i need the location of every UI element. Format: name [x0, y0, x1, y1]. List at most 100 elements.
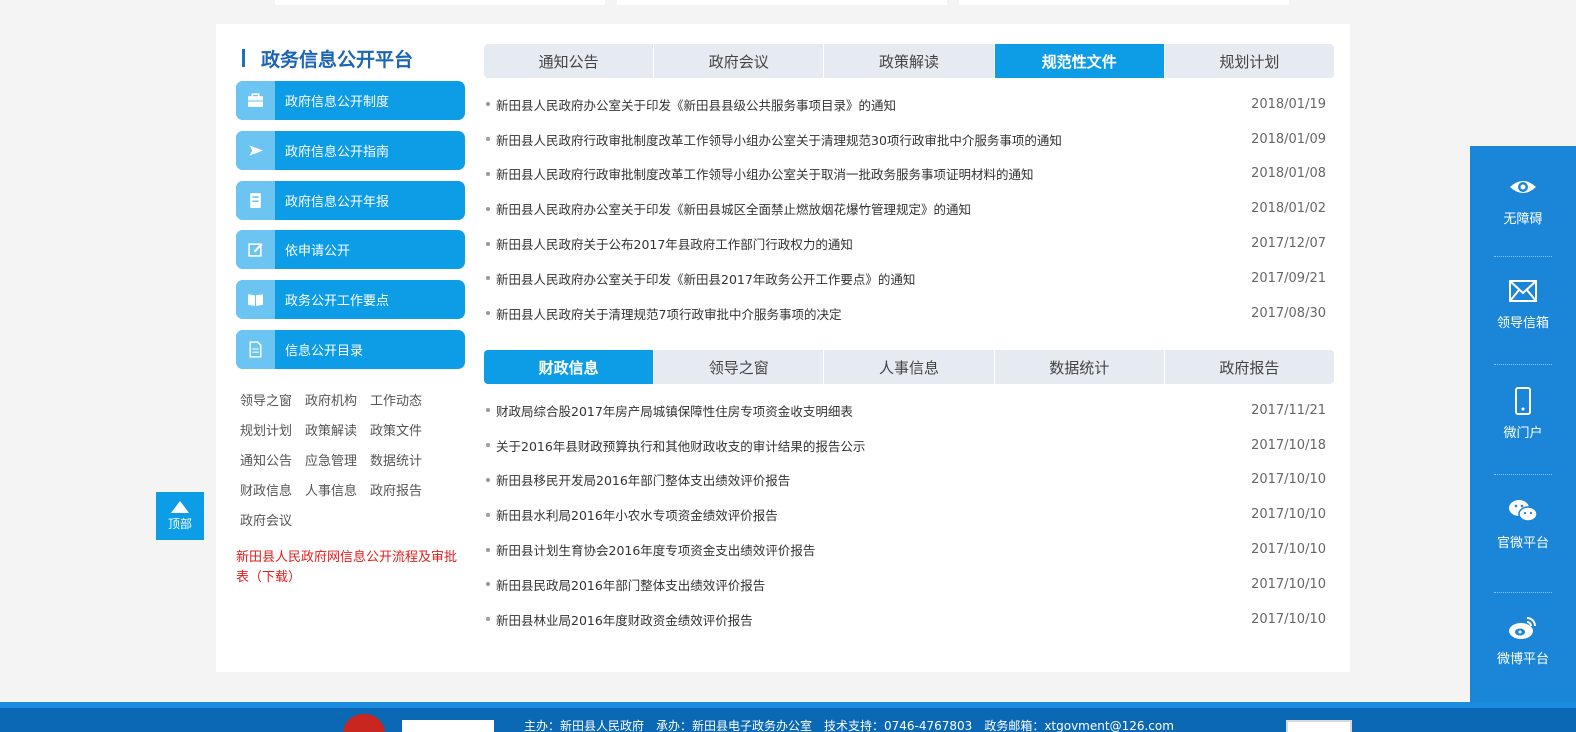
category-link[interactable]: 工作动态 [370, 390, 422, 409]
tab-policy-interpretation[interactable]: 政策解读 [824, 44, 995, 78]
tab-gov-reports[interactable]: 政府报告 [1165, 350, 1334, 384]
arrow-up-icon [171, 500, 189, 513]
tab-personnel-info[interactable]: 人事信息 [824, 350, 995, 384]
tab-bar-notices: 通知公告 政府会议 政策解读 规范性文件 规划计划 [484, 44, 1334, 78]
list-item[interactable]: 新田县人民政府办公室关于印发《新田县县级公共服务事项目录》的通知 2018/01/… [484, 87, 1326, 122]
sidebar-leader-mailbox[interactable]: 领导信箱 [1470, 276, 1576, 331]
item-title: 财政局综合股2017年房产局城镇保障性住房专项资金收支明细表 [484, 401, 853, 420]
finance-list: 财政局综合股2017年房产局城镇保障性住房专项资金收支明细表 2017/11/21… [484, 393, 1326, 637]
list-item[interactable]: 新田县人民政府关于清理规范7项行政审批中介服务事项的决定 2017/08/30 [484, 296, 1326, 331]
top-strip [617, 0, 947, 5]
sidebar-weibo[interactable]: 微博平台 [1470, 612, 1576, 667]
item-title: 新田县水利局2016年小农水专项资金绩效评价报告 [484, 505, 778, 524]
item-title: 新田县计划生育协会2016年度专项资金支出绩效评价报告 [484, 540, 815, 559]
category-link[interactable]: 政府会议 [240, 510, 292, 529]
list-item[interactable]: 新田县移民开发局2016年部门整体支出绩效评价报告 2017/10/10 [484, 463, 1326, 498]
report-book-icon [236, 181, 275, 220]
list-item[interactable]: 新田县计划生育协会2016年度专项资金支出绩效评价报告 2017/10/10 [484, 532, 1326, 567]
menu-label: 政务公开工作要点 [285, 294, 390, 309]
tab-gov-meetings[interactable]: 政府会议 [654, 44, 825, 78]
platform-title: 政务信息公开平台 [242, 44, 413, 72]
sidebar-label: 官微平台 [1496, 536, 1549, 551]
sidebar-micro-portal[interactable]: 微门户 [1470, 386, 1576, 441]
menu-label: 政府信息公开年报 [285, 195, 390, 210]
category-link[interactable]: 政策文件 [370, 420, 422, 439]
category-link[interactable]: 财政信息 [240, 480, 292, 499]
right-sidebar: 无障碍 领导信箱 微门户 官微平台 微博平台 [1470, 146, 1576, 702]
tab-data-statistics[interactable]: 数据统计 [995, 350, 1165, 384]
open-book-icon [236, 280, 275, 319]
footer: 主办：新田县人民政府 承办：新田县电子政务办公室 技术支持：0746-47678… [0, 702, 1576, 732]
category-links: 领导之窗 政府机构 工作动态 规划计划 政策解读 政策文件 通知公告 应急管理 … [240, 384, 470, 534]
platform-title-text: 政务信息公开平台 [261, 48, 414, 71]
item-title: 新田县人民政府办公室关于印发《新田县城区全面禁止燃放烟花爆竹管理规定》的通知 [484, 199, 971, 218]
eye-icon [1510, 181, 1536, 193]
menu-info-catalog[interactable]: 信息公开目录 [236, 330, 465, 369]
sidebar-accessibility[interactable]: 无障碍 [1470, 172, 1576, 227]
list-item[interactable]: 新田县林业局2016年度财政资金绩效评价报告 2017/10/10 [484, 602, 1326, 637]
category-link[interactable]: 政府报告 [370, 480, 422, 499]
item-date: 2018/01/09 [1251, 131, 1326, 147]
menu-info-disclosure-guide[interactable]: 政府信息公开指南 [236, 131, 465, 170]
sidebar-divider [1494, 256, 1552, 257]
tab-normative-documents[interactable]: 规范性文件 [994, 44, 1165, 78]
tab-bar-finance: 财政信息 领导之窗 人事信息 数据统计 政府报告 [484, 350, 1334, 384]
item-title: 新田县民政局2016年部门整体支出绩效评价报告 [484, 575, 765, 594]
top-strip [275, 0, 605, 5]
tab-finance-info[interactable]: 财政信息 [484, 350, 655, 384]
item-title: 新田县林业局2016年度财政资金绩效评价报告 [484, 610, 753, 629]
sidebar-wechat[interactable]: 官微平台 [1470, 496, 1576, 551]
item-title: 新田县人民政府行政审批制度改革工作领导小组办公室关于取消一批政务服务事项证明材料… [484, 164, 1034, 183]
item-date: 2017/10/10 [1251, 472, 1326, 488]
list-item[interactable]: 财政局综合股2017年房产局城镇保障性住房专项资金收支明细表 2017/11/21 [484, 393, 1326, 428]
tab-planning[interactable]: 规划计划 [1165, 44, 1334, 78]
back-to-top-button[interactable]: 顶部 [156, 492, 204, 540]
category-link[interactable]: 数据统计 [370, 450, 422, 469]
list-item[interactable]: 新田县人民政府关于公布2017年县政府工作部门行政权力的通知 2017/12/07 [484, 226, 1326, 261]
item-date: 2017/10/10 [1251, 542, 1326, 558]
menu-work-points[interactable]: 政务公开工作要点 [236, 280, 465, 319]
site-badge[interactable] [1286, 720, 1352, 732]
item-date: 2017/08/30 [1251, 305, 1326, 321]
menu-label: 依申请公开 [285, 244, 351, 259]
category-link[interactable]: 规划计划 [240, 420, 292, 439]
menu-label: 信息公开目录 [285, 344, 364, 359]
item-title: 新田县人民政府关于公布2017年县政府工作部门行政权力的通知 [484, 234, 853, 253]
item-date: 2018/01/02 [1251, 201, 1326, 217]
mail-icon [1509, 280, 1537, 302]
item-title: 新田县人民政府关于清理规范7项行政审批中介服务事项的决定 [484, 304, 841, 323]
menu-info-annual-report[interactable]: 政府信息公开年报 [236, 181, 465, 220]
item-date: 2017/12/07 [1251, 236, 1326, 252]
download-process-link[interactable]: 新田县人民政府网信息公开流程及审批表（下载） [236, 548, 468, 588]
category-link[interactable]: 政策解读 [305, 420, 357, 439]
list-item[interactable]: 新田县民政局2016年部门整体支出绩效评价报告 2017/10/10 [484, 567, 1326, 602]
list-item[interactable]: 关于2016年县财政预算执行和其他财政收支的审计结果的报告公示 2017/10/1… [484, 428, 1326, 463]
tab-leaders-window[interactable]: 领导之窗 [654, 350, 825, 384]
category-link[interactable]: 应急管理 [305, 450, 357, 469]
category-link[interactable]: 领导之窗 [240, 390, 292, 409]
footer-info: 主办：新田县人民政府 承办：新田县电子政务办公室 技术支持：0746-47678… [524, 719, 1174, 732]
document-icon [236, 330, 275, 369]
list-item[interactable]: 新田县人民政府办公室关于印发《新田县城区全面禁止燃放烟花爆竹管理规定》的通知 20… [484, 191, 1326, 226]
item-title: 新田县人民政府办公室关于印发《新田县2017年政务公开工作要点》的通知 [484, 269, 915, 288]
sidebar-label: 领导信箱 [1496, 316, 1549, 331]
category-link[interactable]: 人事信息 [305, 480, 357, 499]
edit-icon [236, 230, 275, 269]
weibo-icon [1509, 617, 1536, 639]
briefcase-icon [236, 81, 275, 120]
list-item[interactable]: 新田县人民政府行政审批制度改革工作领导小组办公室关于清理规范30项行政审批中介服… [484, 122, 1326, 157]
paper-plane-icon [236, 131, 275, 170]
list-item[interactable]: 新田县水利局2016年小农水专项资金绩效评价报告 2017/10/10 [484, 497, 1326, 532]
sidebar-label: 微博平台 [1496, 652, 1549, 667]
item-title: 新田县人民政府办公室关于印发《新田县县级公共服务事项目录》的通知 [484, 95, 896, 114]
category-link[interactable]: 政府机构 [305, 390, 357, 409]
item-date: 2018/01/08 [1251, 166, 1326, 182]
item-date: 2017/09/21 [1251, 270, 1326, 286]
list-item[interactable]: 新田县人民政府办公室关于印发《新田县2017年政务公开工作要点》的通知 2017/… [484, 261, 1326, 296]
title-accent-bar [242, 49, 245, 67]
tab-notices[interactable]: 通知公告 [484, 44, 655, 78]
menu-info-disclosure-system[interactable]: 政府信息公开制度 [236, 81, 465, 120]
category-link[interactable]: 通知公告 [240, 450, 292, 469]
list-item[interactable]: 新田县人民政府行政审批制度改革工作领导小组办公室关于取消一批政务服务事项证明材料… [484, 157, 1326, 192]
menu-apply-disclosure[interactable]: 依申请公开 [236, 230, 465, 269]
